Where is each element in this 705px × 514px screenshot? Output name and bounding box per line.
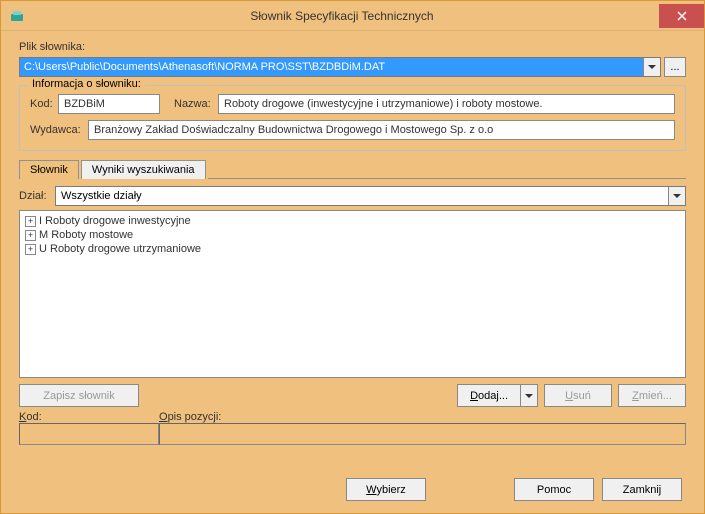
dzial-combo-text: Wszystkie działy (56, 188, 668, 204)
tab-wyniki[interactable]: Wyniki wyszukiwania (81, 160, 206, 179)
dzial-dropdown-arrow[interactable] (668, 187, 685, 205)
close-button[interactable] (659, 4, 704, 28)
kod-label: Kod: (30, 98, 58, 110)
dzial-label: Dział: (19, 190, 51, 202)
nazwa-label: Nazwa: (174, 98, 218, 110)
add-button-dropdown[interactable] (520, 384, 538, 407)
help-button[interactable]: Pomoc (514, 478, 594, 501)
nazwa-field[interactable] (218, 94, 675, 114)
dialog-window: Słownik Specyfikacji Technicznych Plik s… (0, 0, 705, 514)
tab-bar: Słownik Wyniki wyszukiwania (19, 159, 686, 178)
save-dictionary-label: Zapisz słownik (43, 390, 115, 402)
wydawca-label: Wydawca: (30, 124, 88, 136)
expand-icon[interactable]: + (25, 230, 36, 241)
bottom-kod-label: Kod: (19, 411, 159, 423)
tree-item[interactable]: + U Roboty drogowe utrzymaniowe (23, 242, 682, 256)
close-icon (677, 11, 687, 21)
add-button-label: Dodaj... (470, 390, 508, 402)
tree-item[interactable]: + M Roboty mostowe (23, 228, 682, 242)
wydawca-field[interactable] (88, 120, 675, 140)
delete-button-label: Usuń (565, 390, 591, 402)
browse-label: ... (670, 61, 679, 73)
bottom-opis-label: Opis pozycji: (159, 411, 686, 423)
info-groupbox: Informacja o słowniku: Kod: Nazwa: Wydaw… (19, 85, 686, 151)
info-group-title: Informacja o słowniku: (28, 78, 145, 90)
save-dictionary-button: Zapisz słownik (19, 384, 139, 407)
dzial-combo[interactable]: Wszystkie działy (55, 186, 686, 206)
tree-item-label: U Roboty drogowe utrzymaniowe (39, 243, 201, 255)
tree-view[interactable]: + I Roboty drogowe inwestycyjne + M Robo… (19, 210, 686, 378)
file-path-text: C:\Users\Public\Documents\Athenasoft\NOR… (20, 58, 643, 76)
app-icon (9, 8, 25, 24)
file-path-combo[interactable]: C:\Users\Public\Documents\Athenasoft\NOR… (19, 57, 661, 77)
select-button-label: Wybierz (366, 484, 406, 496)
tree-item-label: I Roboty drogowe inwestycyjne (39, 215, 191, 227)
titlebar: Słownik Specyfikacji Technicznych (1, 1, 704, 31)
file-label: Plik słownika: (19, 41, 85, 53)
tree-item-label: M Roboty mostowe (39, 229, 133, 241)
content-area: Plik słownika: C:\Users\Public\Documents… (1, 31, 704, 513)
close-dialog-label: Zamknij (623, 484, 662, 496)
delete-button: Usuń (544, 384, 612, 407)
change-button: Zmień... (618, 384, 686, 407)
browse-button[interactable]: ... (664, 57, 686, 77)
bottom-opis-field[interactable] (159, 423, 686, 445)
window-title: Słownik Specyfikacji Technicznych (25, 9, 659, 23)
select-button[interactable]: Wybierz (346, 478, 426, 501)
add-button[interactable]: Dodaj... (457, 384, 520, 407)
tab-slownik-label: Słownik (30, 164, 68, 176)
change-button-label: Zmień... (632, 390, 672, 402)
help-button-label: Pomoc (537, 484, 571, 496)
tab-slownik[interactable]: Słownik (19, 160, 79, 179)
expand-icon[interactable]: + (25, 216, 36, 227)
file-path-dropdown-arrow[interactable] (643, 58, 660, 76)
close-dialog-button[interactable]: Zamknij (602, 478, 682, 501)
bottom-kod-field[interactable] (19, 423, 159, 445)
tab-wyniki-label: Wyniki wyszukiwania (92, 164, 195, 176)
kod-field[interactable] (58, 94, 160, 114)
tree-item[interactable]: + I Roboty drogowe inwestycyjne (23, 214, 682, 228)
expand-icon[interactable]: + (25, 244, 36, 255)
tab-separator (208, 160, 687, 179)
